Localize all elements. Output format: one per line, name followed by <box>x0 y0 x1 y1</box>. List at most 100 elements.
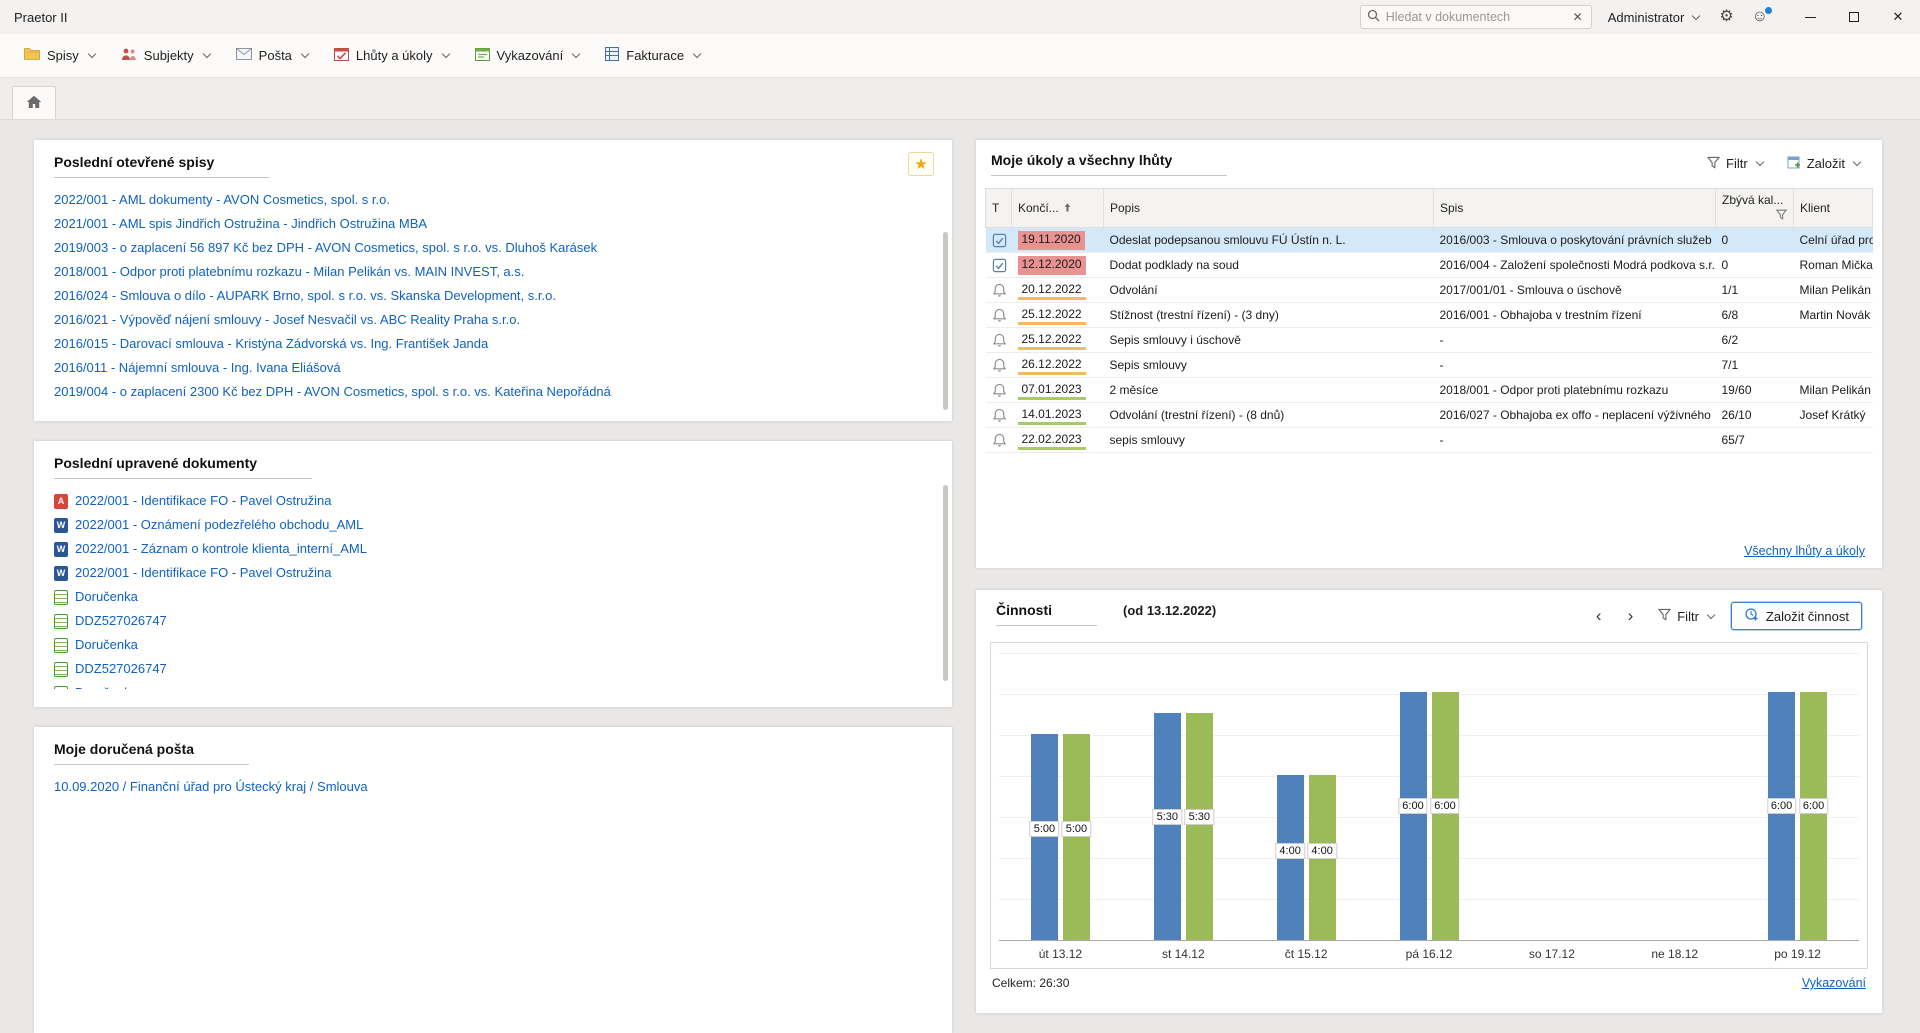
document-link[interactable]: 2022/001 - Identifikace FO - Pavel Ostru… <box>75 489 332 513</box>
document-link[interactable]: DDZ527026747 <box>75 609 167 633</box>
chart-bar[interactable]: 5:00 <box>1031 734 1058 940</box>
document-link[interactable]: DDZ527026747 <box>75 657 167 681</box>
timesheet-link[interactable]: Vykazování <box>1802 976 1866 990</box>
document-link-row[interactable]: A W 2022/001 - Oznámení podezřelého obch… <box>54 513 932 537</box>
inbox-mail-link[interactable]: 10.09.2020 / Finanční úřad pro Ústecký k… <box>54 775 932 799</box>
chart-bar[interactable]: 5:30 <box>1186 713 1213 940</box>
document-link[interactable]: Doručenka <box>75 585 138 609</box>
create-activity-button[interactable]: Založit činnost <box>1731 602 1862 630</box>
col-header-type[interactable]: T <box>986 189 1012 228</box>
file-link[interactable]: 2016/011 - Nájemní smlouva - Ing. Ivana … <box>54 356 932 380</box>
chart-bar[interactable]: 5:30 <box>1154 713 1181 940</box>
chart-bar-value: 5:30 <box>1153 809 1182 825</box>
menu-vykazovani[interactable]: Vykazování <box>465 41 590 70</box>
document-link-row[interactable]: A W 2022/001 - Záznam o kontrole klienta… <box>54 537 932 561</box>
task-row[interactable]: 19.11.2020 Odeslat podepsanou smlouvu FÚ… <box>986 228 1873 253</box>
task-row[interactable]: 07.01.2023 2 měsíce 2018/001 - Odpor pro… <box>986 378 1873 403</box>
document-link-row[interactable]: A W Doručenka <box>54 633 932 657</box>
chart-bar[interactable]: 6:00 <box>1800 692 1827 940</box>
vertical-scrollbar[interactable] <box>943 485 948 681</box>
file-link[interactable]: 2021/001 - AML spis Jindřich Ostružina -… <box>54 212 932 236</box>
task-row[interactable]: 26.12.2022 Sepis smlouvy - 7/1 <box>986 353 1873 378</box>
filter-label: Filtr <box>1726 156 1748 171</box>
funnel-icon <box>1707 156 1720 172</box>
next-period-button[interactable]: › <box>1620 606 1642 626</box>
document-link[interactable]: Doručenka <box>75 633 138 657</box>
document-link-row[interactable]: A W Doručenka <box>54 681 932 689</box>
menu-fakturace[interactable]: Fakturace <box>595 41 710 70</box>
task-description: Stížnost (trestní řízení) - (3 dny) <box>1104 303 1434 328</box>
chart-bar[interactable]: 6:00 <box>1400 692 1427 940</box>
window-maximize-button[interactable] <box>1832 0 1876 34</box>
search-clear-icon[interactable]: ✕ <box>1571 10 1585 24</box>
document-link[interactable]: 2022/001 - Záznam o kontrole klienta_int… <box>75 537 367 561</box>
panel-recent-documents: Poslední upravené dokumenty A W 2022/001… <box>34 441 952 707</box>
menu-spisy[interactable]: Spisy <box>14 41 105 70</box>
task-row[interactable]: 12.12.2020 Dodat podklady na soud 2016/0… <box>986 253 1873 278</box>
panel-title: Poslední otevřené spisy <box>54 154 214 170</box>
chart-bar[interactable]: 4:00 <box>1277 775 1304 940</box>
menu-posta[interactable]: Pošta <box>226 42 318 69</box>
col-header-description[interactable]: Popis <box>1104 189 1434 228</box>
document-link[interactable]: 2022/001 - Oznámení podezřelého obchodu_… <box>75 513 363 537</box>
document-link-row[interactable]: A W DDZ527026747 <box>54 609 932 633</box>
col-header-remaining[interactable]: Zbývá kal... <box>1716 189 1794 228</box>
tab-home[interactable] <box>12 86 56 119</box>
task-row[interactable]: 20.12.2022 Odvolání 2017/001/01 - Smlouv… <box>986 278 1873 303</box>
activities-filter-button[interactable]: Filtr <box>1651 605 1721 627</box>
favorites-star-button[interactable]: ★ <box>908 152 934 176</box>
chart-x-label: st 14.12 <box>1122 947 1245 961</box>
menu-subjekty[interactable]: Subjekty <box>111 41 220 70</box>
task-remaining: 0 <box>1716 228 1794 253</box>
task-remaining: 65/7 <box>1716 428 1794 453</box>
document-link-row[interactable]: A W DDZ527026747 <box>54 657 932 681</box>
chart-bar[interactable]: 4:00 <box>1309 775 1336 940</box>
tasks-create-button[interactable]: Založit <box>1780 152 1867 175</box>
chart-bar[interactable]: 6:00 <box>1768 692 1795 940</box>
chart-x-label: čt 15.12 <box>1245 947 1368 961</box>
file-link[interactable]: 2016/024 - Smlouva o dílo - AUPARK Brno,… <box>54 284 932 308</box>
search-input[interactable] <box>1386 10 1565 24</box>
document-link-row[interactable]: A W 2022/001 - Identifikace FO - Pavel O… <box>54 489 932 513</box>
due-date-badge: 20.12.2022 <box>1018 281 1086 300</box>
file-link[interactable]: 2019/004 - o zaplacení 2300 Kč bez DPH -… <box>54 380 932 400</box>
recent-files-list: 2022/001 - AML dokumenty - AVON Cosmetic… <box>54 188 932 400</box>
previous-period-button[interactable]: ‹ <box>1588 606 1610 626</box>
chart-bar[interactable]: 6:00 <box>1432 692 1459 940</box>
panel-title: Moje doručená pošta <box>54 741 194 757</box>
document-link-row[interactable]: A W 2022/001 - Identifikace FO - Pavel O… <box>54 561 932 585</box>
feedback-smiley-icon[interactable]: ☺ <box>1748 9 1772 25</box>
task-row[interactable]: 14.01.2023 Odvolání (trestní řízení) - (… <box>986 403 1873 428</box>
file-link[interactable]: 2016/015 - Darovací smlouva - Kristýna Z… <box>54 332 932 356</box>
task-file: 2018/001 - Odpor proti platebnímu rozkaz… <box>1434 378 1716 403</box>
activities-date-range: (od 13.12.2022) <box>1123 602 1216 618</box>
user-menu[interactable]: Administrator <box>1602 10 1706 25</box>
chart-bar[interactable]: 5:00 <box>1063 734 1090 940</box>
task-row[interactable]: 25.12.2022 Sepis smlouvy i úschově - 6/2 <box>986 328 1873 353</box>
task-description: Sepis smlouvy i úschově <box>1104 328 1434 353</box>
task-row[interactable]: 22.02.2023 sepis smlouvy - 65/7 <box>986 428 1873 453</box>
document-link[interactable]: 2022/001 - Identifikace FO - Pavel Ostru… <box>75 561 332 585</box>
file-link[interactable]: 2019/003 - o zaplacení 56 897 Kč bez DPH… <box>54 236 932 260</box>
window-close-button[interactable]: ✕ <box>1876 0 1920 34</box>
activities-total: Celkem: 26:30 <box>992 976 1069 990</box>
file-link[interactable]: 2016/021 - Výpověď nájení smlouvy - Jose… <box>54 308 932 332</box>
all-deadlines-link[interactable]: Všechny lhůty a úkoly <box>1744 544 1865 558</box>
chevron-down-icon <box>693 50 701 58</box>
window-minimize-button[interactable] <box>1788 0 1832 34</box>
col-header-client[interactable]: Klient <box>1794 189 1873 228</box>
file-link[interactable]: 2018/001 - Odpor proti platebnímu rozkaz… <box>54 260 932 284</box>
settings-gear-icon[interactable]: ⚙ <box>1715 9 1737 25</box>
vertical-scrollbar[interactable] <box>943 232 948 410</box>
document-link-row[interactable]: A W Doručenka <box>54 585 932 609</box>
task-description: Odvolání (trestní řízení) - (8 dnů) <box>1104 403 1434 428</box>
tasks-filter-button[interactable]: Filtr <box>1700 153 1770 175</box>
task-row[interactable]: 25.12.2022 Stížnost (trestní řízení) - (… <box>986 303 1873 328</box>
file-link[interactable]: 2022/001 - AML dokumenty - AVON Cosmetic… <box>54 188 932 212</box>
document-search[interactable]: ✕ <box>1360 5 1592 29</box>
task-description: Odvolání <box>1104 278 1434 303</box>
col-header-file[interactable]: Spis <box>1434 189 1716 228</box>
menu-lhuty-a-ukoly[interactable]: Lhůty a úkoly <box>324 41 459 70</box>
col-header-due-date[interactable]: Končí... <box>1012 189 1104 228</box>
document-link[interactable]: Doručenka <box>75 681 138 689</box>
